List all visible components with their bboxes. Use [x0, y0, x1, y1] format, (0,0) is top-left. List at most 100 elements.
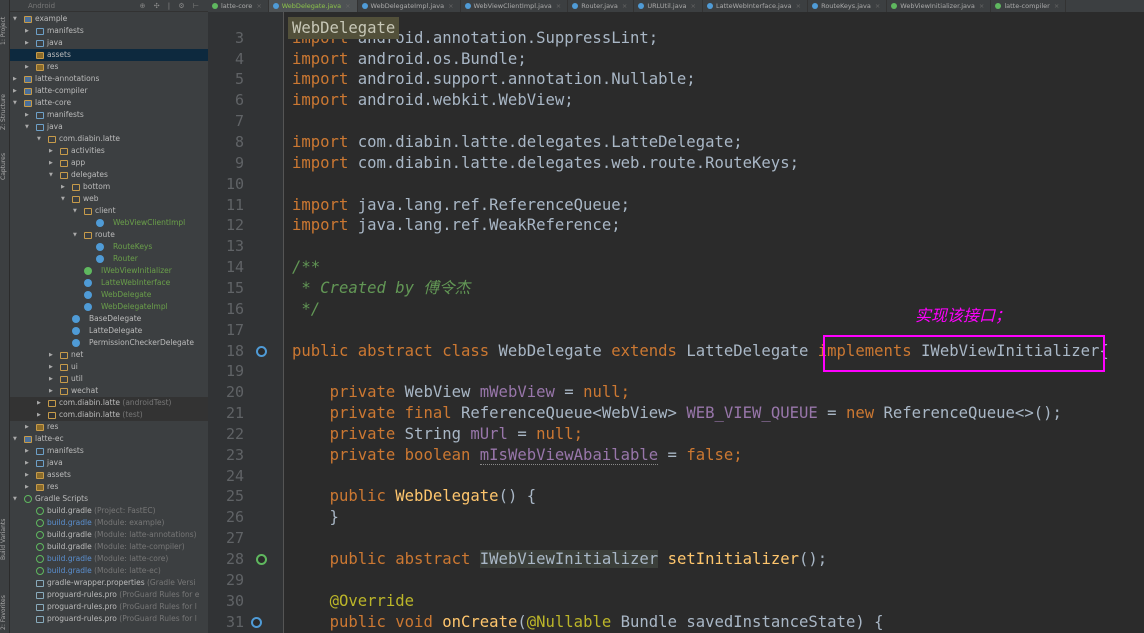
tool-window-button[interactable]: Captures [0, 130, 10, 180]
collapsed-arrow-icon[interactable]: ▶ [25, 61, 29, 73]
tree-item[interactable]: ▶ util [10, 373, 208, 385]
tree-item[interactable]: build.gradle (Module: example) [10, 517, 208, 529]
close-tab-icon[interactable]: × [1054, 2, 1059, 10]
tree-item[interactable]: ▶ ui [10, 361, 208, 373]
tree-item[interactable]: IWebViewInitializer [10, 265, 208, 277]
collapsed-arrow-icon[interactable]: ▶ [25, 37, 29, 49]
tree-item[interactable]: ▶ manifests [10, 445, 208, 457]
collapsed-arrow-icon[interactable]: ▶ [37, 397, 41, 409]
code-line[interactable]: import android.os.Bundle; [292, 49, 527, 70]
expanded-arrow-icon[interactable]: ▼ [37, 133, 41, 145]
code-line[interactable]: } [292, 507, 339, 528]
code-line[interactable]: * Created by 傅令杰 [292, 278, 470, 299]
tree-item[interactable]: ▶ com.diabin.latte (test) [10, 409, 208, 421]
collapsed-arrow-icon[interactable]: ▶ [49, 145, 53, 157]
tree-item[interactable]: RouteKeys [10, 241, 208, 253]
tree-item[interactable]: build.gradle (Module: latte-ec) [10, 565, 208, 577]
close-tab-icon[interactable]: × [256, 2, 261, 10]
close-tab-icon[interactable]: × [691, 2, 696, 10]
tree-item[interactable]: ▼ delegates [10, 169, 208, 181]
tree-item[interactable]: ▼ latte-ec [10, 433, 208, 445]
collapsed-arrow-icon[interactable]: ▶ [25, 481, 29, 493]
collapsed-arrow-icon[interactable]: ▶ [25, 469, 29, 481]
collapsed-arrow-icon[interactable]: ▶ [37, 409, 41, 421]
tab-lattewebinterface-java[interactable]: LatteWebInterface.java × [703, 0, 809, 12]
code-line[interactable]: import java.lang.ref.WeakReference; [292, 215, 621, 236]
expanded-arrow-icon[interactable]: ▼ [61, 193, 65, 205]
collapsed-arrow-icon[interactable]: ▶ [49, 157, 53, 169]
tree-item[interactable]: LatteWebInterface [10, 277, 208, 289]
implemented-gutter-icon[interactable] [256, 554, 267, 565]
tree-item[interactable]: ▶ wechat [10, 385, 208, 397]
implements-gutter-icon[interactable] [256, 346, 267, 357]
tool-window-button[interactable]: 2: Favorites [0, 580, 10, 630]
tree-item[interactable]: build.gradle (Module: latte-core) [10, 553, 208, 565]
tree-item[interactable]: ▼ client [10, 205, 208, 217]
collapsed-arrow-icon[interactable]: ▶ [25, 457, 29, 469]
close-tab-icon[interactable]: × [796, 2, 801, 10]
tree-item[interactable]: ▼ Gradle Scripts [10, 493, 208, 505]
code-line[interactable]: import android.support.annotation.Nullab… [292, 69, 696, 90]
tree-item[interactable]: gradle-wrapper.properties (Gradle Versi [10, 577, 208, 589]
tree-item[interactable]: build.gradle (Project: FastEC) [10, 505, 208, 517]
tree-item[interactable]: WebDelegateImpl [10, 301, 208, 313]
code-line[interactable]: import java.lang.ref.ReferenceQueue; [292, 195, 630, 216]
code-line[interactable]: import com.diabin.latte.delegates.web.ro… [292, 153, 799, 174]
collapsed-arrow-icon[interactable]: ▶ [25, 445, 29, 457]
expanded-arrow-icon[interactable]: ▼ [13, 433, 17, 445]
tree-item[interactable]: ▶ manifests [10, 25, 208, 37]
tree-item[interactable]: ▶ java [10, 457, 208, 469]
expanded-arrow-icon[interactable]: ▼ [13, 13, 17, 25]
collapsed-arrow-icon[interactable]: ▶ [13, 85, 17, 97]
code-line[interactable]: import com.diabin.latte.delegates.LatteD… [292, 132, 743, 153]
override-gutter-icon[interactable] [251, 617, 262, 628]
tab-latte-core[interactable]: latte-core × [208, 0, 269, 12]
tree-item[interactable]: ▶ com.diabin.latte (androidTest) [10, 397, 208, 409]
tree-item[interactable]: ▶ res [10, 61, 208, 73]
close-tab-icon[interactable]: × [556, 2, 561, 10]
expanded-arrow-icon[interactable]: ▼ [13, 493, 17, 505]
tree-item[interactable]: ▼ com.diabin.latte [10, 133, 208, 145]
tree-item[interactable]: build.gradle (Module: latte-annotations) [10, 529, 208, 541]
tab-routekeys-java[interactable]: RouteKeys.java × [808, 0, 888, 12]
code-line[interactable]: private WebView mWebView = null; [292, 382, 630, 403]
tree-item[interactable]: build.gradle (Module: latte-compiler) [10, 541, 208, 553]
code-line[interactable]: /** [292, 257, 320, 278]
tree-item[interactable]: LatteDelegate [10, 325, 208, 337]
tree-item[interactable]: ▶ manifests [10, 109, 208, 121]
tree-item[interactable]: ▶ net [10, 349, 208, 361]
code-line[interactable]: private String mUrl = null; [292, 424, 584, 445]
close-tab-icon[interactable]: × [448, 2, 453, 10]
tab-router-java[interactable]: Router.java × [568, 0, 635, 12]
tree-item[interactable]: ▶ java [10, 37, 208, 49]
tree-item[interactable]: ▶ res [10, 421, 208, 433]
expanded-arrow-icon[interactable]: ▼ [25, 121, 29, 133]
code-line[interactable]: public void onCreate(@Nullable Bundle sa… [292, 612, 884, 633]
collapsed-arrow-icon[interactable]: ▶ [49, 349, 53, 361]
tree-item[interactable]: PermissionCheckerDelegate [10, 337, 208, 349]
tree-item[interactable]: proguard-rules.pro (ProGuard Rules for l [10, 601, 208, 613]
close-tab-icon[interactable]: × [979, 2, 984, 10]
collapsed-arrow-icon[interactable]: ▶ [49, 385, 53, 397]
collapsed-arrow-icon[interactable]: ▶ [49, 361, 53, 373]
tree-item[interactable]: ▼ latte-core [10, 97, 208, 109]
tab-latte-compiler[interactable]: latte-compiler × [991, 0, 1067, 12]
code-line[interactable]: */ [292, 299, 320, 320]
tree-item[interactable]: ▶ latte-compiler [10, 85, 208, 97]
code-line[interactable]: private boolean mIsWebViewAbailable = fa… [292, 445, 743, 466]
tab-webviewinitializer-java[interactable]: WebViewInitializer.java × [887, 0, 992, 12]
expanded-arrow-icon[interactable]: ▼ [73, 205, 77, 217]
code-line[interactable]: private final ReferenceQueue<WebView> WE… [292, 403, 1062, 424]
collapsed-arrow-icon[interactable]: ▶ [25, 109, 29, 121]
tree-item[interactable]: proguard-rules.pro (ProGuard Rules for l [10, 613, 208, 625]
tree-item[interactable]: ▼ example [10, 13, 208, 25]
project-view-selector[interactable]: Android ⊕ ✣ | ⚙ ⊢ [10, 0, 208, 12]
code-line[interactable]: import android.webkit.WebView; [292, 90, 574, 111]
tree-item[interactable]: ▼ web [10, 193, 208, 205]
tool-window-button[interactable]: Build Variants [0, 505, 10, 560]
tab-urlutil-java[interactable]: URLUtil.java × [634, 0, 703, 12]
expanded-arrow-icon[interactable]: ▼ [73, 229, 77, 241]
tree-item[interactable]: ▼ route [10, 229, 208, 241]
tree-item[interactable]: ▶ res [10, 481, 208, 493]
tool-window-button[interactable]: Z: Structure [0, 70, 10, 130]
